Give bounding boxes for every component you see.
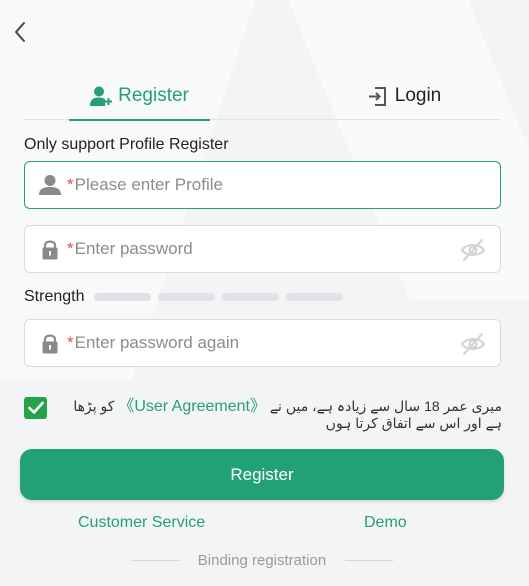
binding-registration-divider: Binding registration — [131, 551, 393, 569]
password-strength: Strength — [24, 288, 350, 306]
required-mark: * — [67, 175, 74, 194]
user-plus-icon — [90, 85, 113, 107]
register-button[interactable]: Register — [20, 449, 504, 500]
strength-bar-segment — [158, 293, 216, 301]
binding-registration-label: Binding registration — [197, 551, 327, 569]
tab-register-label: Register — [118, 85, 189, 106]
strength-bar-segment — [222, 293, 280, 301]
eye-off-icon[interactable] — [460, 238, 486, 262]
user-icon — [39, 174, 61, 196]
lock-icon — [39, 332, 61, 354]
profile-field[interactable]: * Please enter Profile — [24, 161, 501, 209]
agreement-text-before: میری عمر 18 سال سے زیادہ ہے، میں نے — [269, 398, 502, 414]
divider-line — [131, 559, 179, 561]
back-button[interactable] — [8, 18, 32, 46]
strength-label: Strength — [24, 288, 85, 305]
login-door-icon — [367, 85, 389, 107]
required-mark: * — [67, 333, 74, 352]
divider-line — [344, 559, 393, 561]
eye-off-icon[interactable] — [460, 332, 486, 356]
password-field[interactable]: * Enter password — [24, 225, 501, 273]
tab-register[interactable]: Register — [69, 72, 210, 121]
check-icon — [27, 401, 44, 414]
password-again-placeholder: Enter password again — [74, 333, 240, 352]
agreement-text: میری عمر 18 سال سے زیادہ ہے، میں نے 《Use… — [60, 398, 502, 432]
demo-link[interactable]: Demo — [364, 514, 407, 532]
tab-login[interactable]: Login — [334, 72, 474, 120]
agreement-checkbox[interactable] — [24, 397, 47, 419]
auth-tabs: Register Login — [24, 72, 500, 121]
user-agreement-link[interactable]: 《User Agreement》 — [118, 398, 266, 415]
chevron-left-icon — [15, 22, 25, 42]
password-placeholder: Enter password — [74, 239, 193, 258]
required-mark: * — [67, 239, 74, 258]
password-again-field[interactable]: * Enter password again — [24, 319, 501, 367]
tab-login-label: Login — [394, 85, 442, 106]
customer-service-link[interactable]: Customer Service — [78, 514, 205, 532]
lock-icon — [39, 238, 61, 260]
register-page: Register Login Only support Profile Regi… — [0, 0, 529, 586]
support-note: Only support Profile Register — [24, 136, 229, 153]
profile-placeholder: Please enter Profile — [74, 175, 223, 194]
strength-bar-segment — [286, 293, 344, 301]
strength-bar-segment — [94, 293, 152, 301]
